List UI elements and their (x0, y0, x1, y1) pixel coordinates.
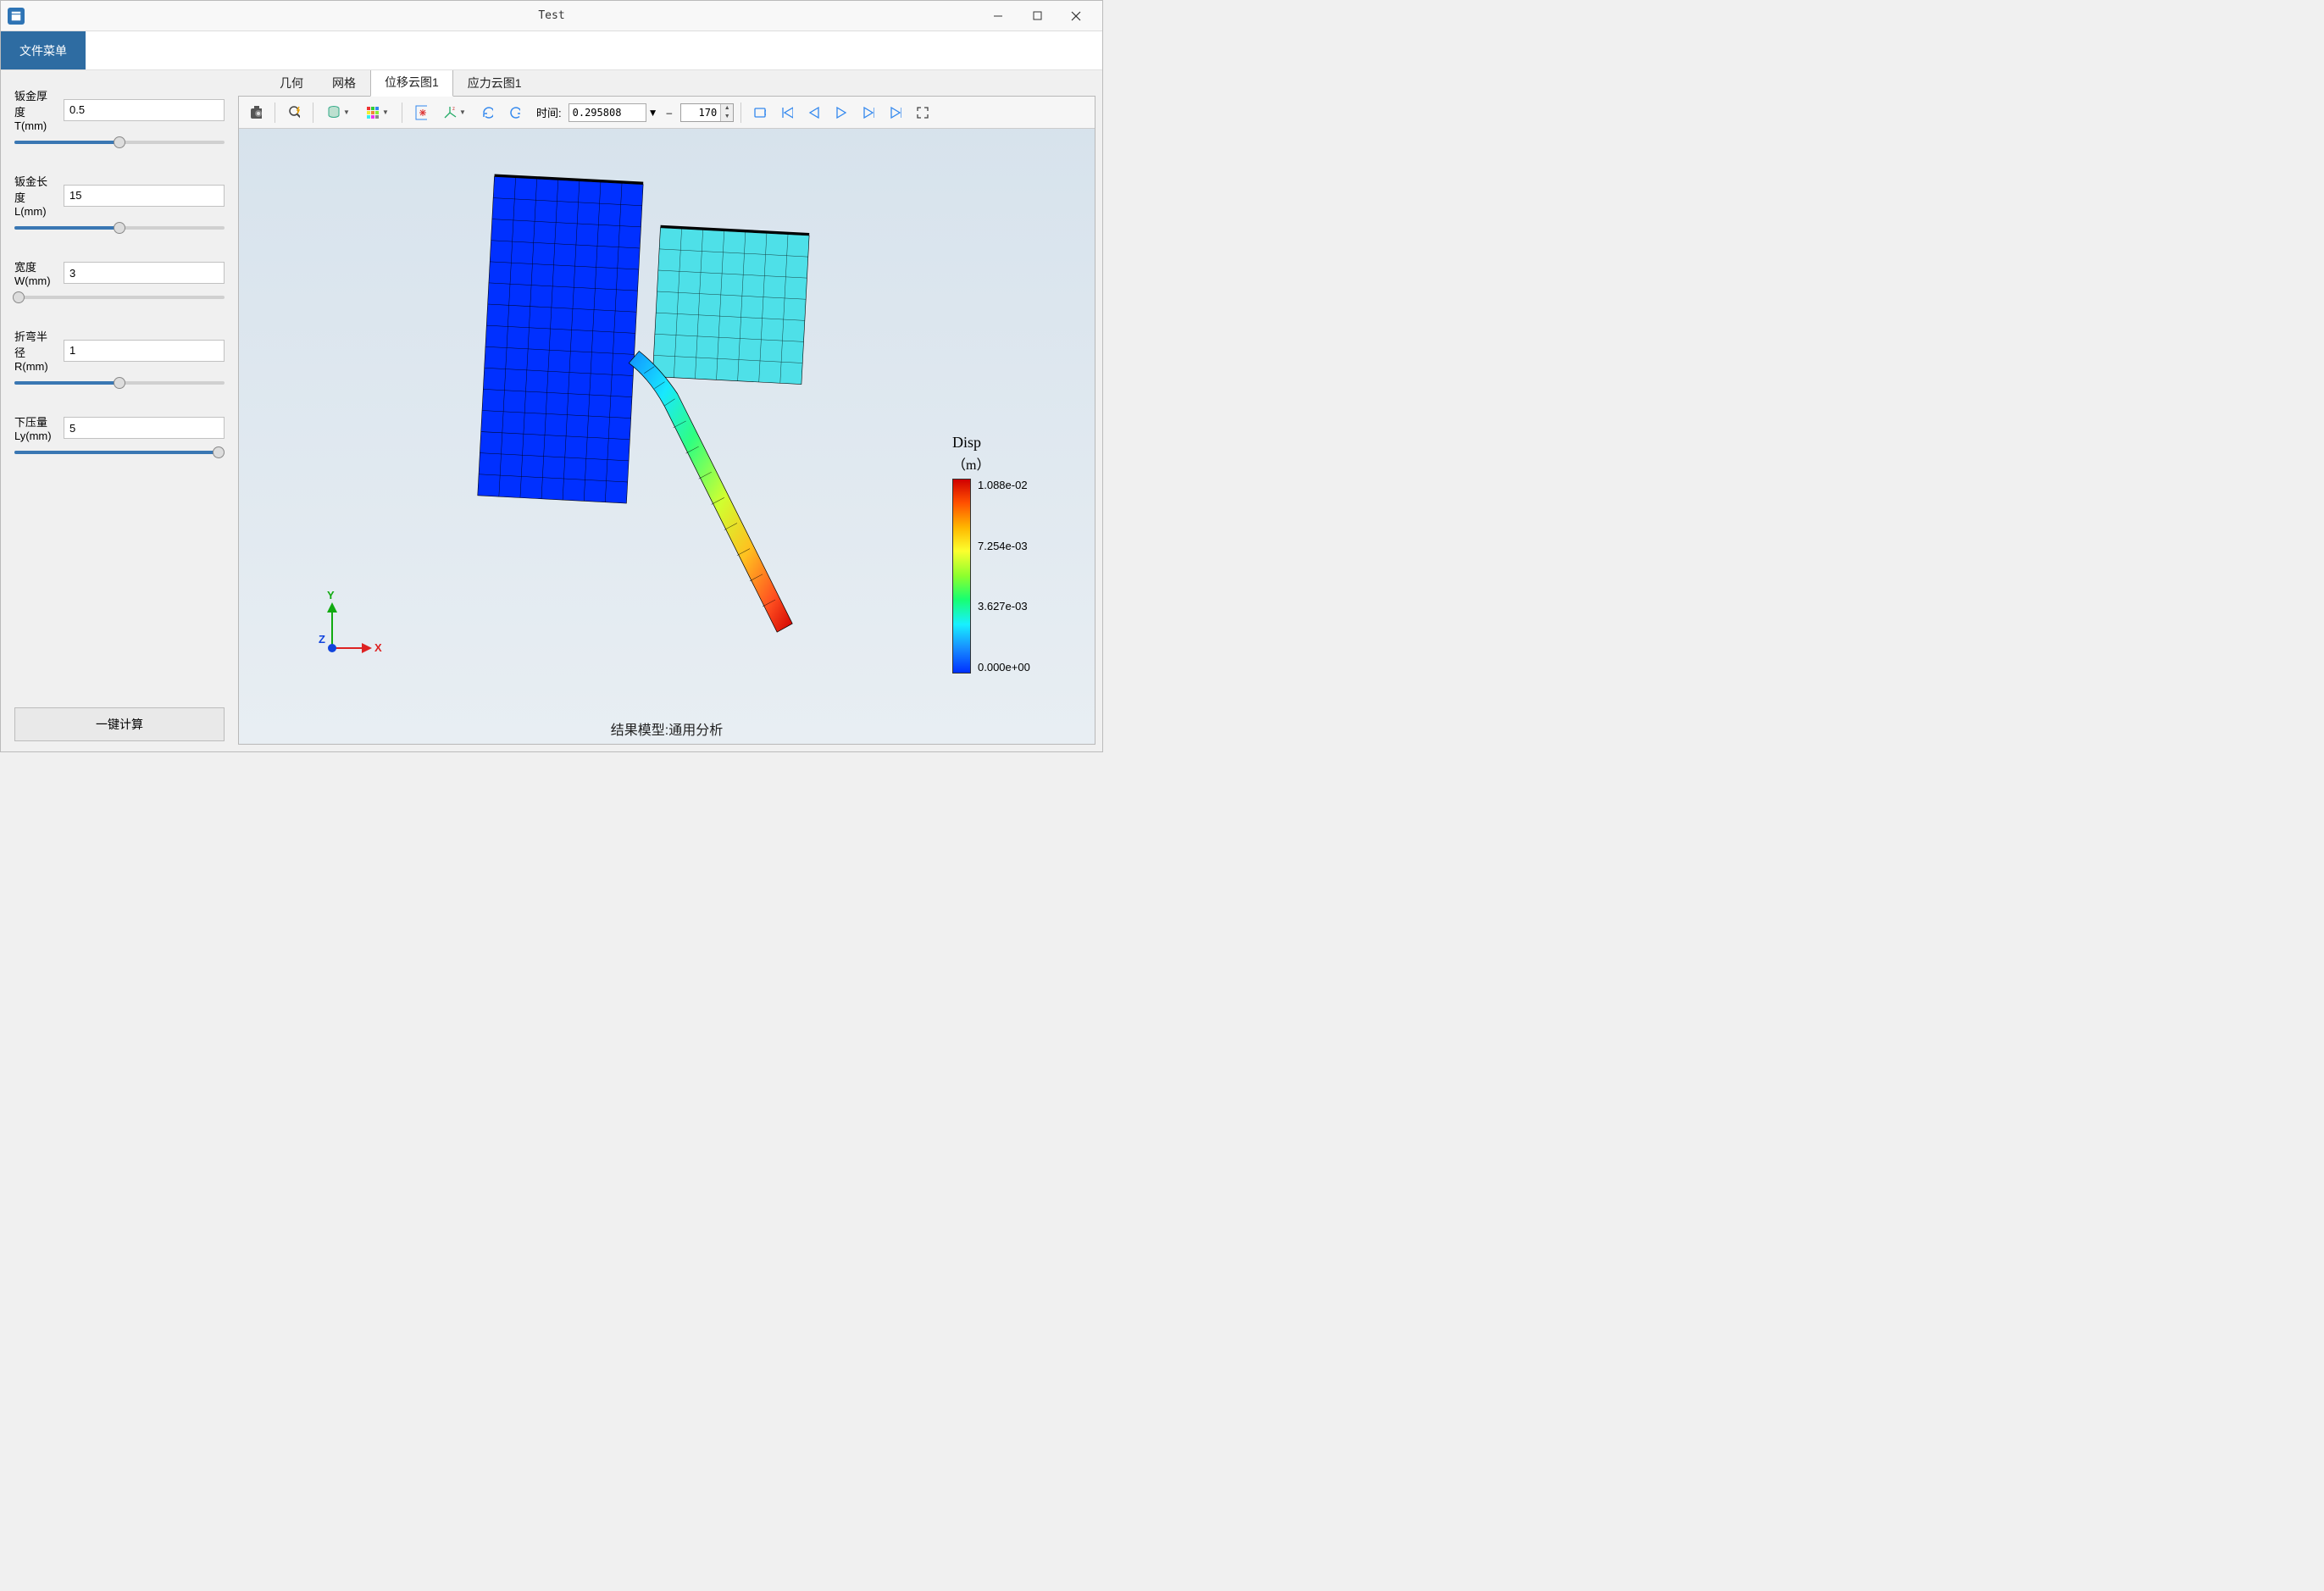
calculate-button[interactable]: 一键计算 (14, 707, 225, 741)
snapshot-button[interactable] (244, 101, 268, 125)
expand-icon (917, 107, 929, 119)
camera-icon (250, 106, 262, 119)
param-label: 钣金厚度T(mm) (14, 87, 57, 132)
legend-tick: 7.254e-03 (978, 540, 1030, 552)
app-window: Test 文件菜单 钣金厚度T(mm) (0, 0, 1103, 752)
param-group: 钣金长度L(mm) (14, 173, 225, 258)
chevron-down-icon: ▼ (459, 108, 466, 116)
next-frame-button[interactable] (857, 101, 880, 125)
main-panel: 几何 网格 位移云图1 应力云图1 (238, 70, 1102, 751)
axis-icon: z (442, 105, 458, 120)
cylinder-icon (326, 105, 341, 120)
fit-view-button[interactable] (409, 101, 433, 125)
frame-input[interactable] (681, 106, 720, 119)
time-input[interactable] (569, 103, 646, 122)
menubar: 文件菜单 (1, 31, 1102, 70)
step-fwd-icon (862, 107, 874, 119)
param-group: 钣金厚度T(mm) (14, 87, 225, 173)
play-icon (835, 107, 847, 119)
color-mode-button[interactable]: ▼ (359, 101, 395, 125)
tab-stress-contour[interactable]: 应力云图1 (453, 70, 536, 97)
param-label: 折弯半径R(mm) (14, 328, 57, 373)
param-group: 折弯半径R(mm) (14, 328, 225, 413)
canvas-area: ▼ ▼ z (238, 96, 1095, 745)
titlebar: Test (1, 1, 1102, 31)
viewport-toolbar: ▼ ▼ z (239, 97, 1095, 129)
viewport-footer-text: 结果模型:通用分析 (611, 718, 723, 739)
rotate-ccw-button[interactable] (502, 101, 526, 125)
prev-frame-button[interactable] (802, 101, 826, 125)
color-legend: Disp （m） 1.088e-02 7.254e-03 3.627e-03 0… (952, 434, 1071, 674)
chevron-down-icon: ▼ (343, 108, 350, 116)
body: 钣金厚度T(mm) 钣金长度L(mm) 宽度W(mm) (1, 70, 1102, 751)
axis-x-label: X (374, 641, 382, 654)
tab-bar: 几何 网格 位移云图1 应力云图1 (238, 70, 1095, 96)
param-input-length[interactable] (64, 185, 225, 207)
rotate-cw-icon (481, 105, 493, 120)
maximize-button[interactable] (1018, 3, 1057, 29)
close-button[interactable] (1057, 3, 1095, 29)
param-input-width[interactable] (64, 262, 225, 284)
legend-tick: 1.088e-02 (978, 479, 1030, 491)
param-input-radius[interactable] (64, 340, 225, 362)
legend-title: Disp (952, 434, 1071, 452)
param-slider-depth[interactable] (14, 451, 225, 454)
chevron-down-icon: ▼ (382, 108, 389, 116)
rotate-cw-button[interactable] (475, 101, 499, 125)
pick-button[interactable] (282, 101, 306, 125)
shade-mode-button[interactable]: ▼ (320, 101, 356, 125)
rotate-ccw-icon (508, 105, 520, 120)
window-controls (979, 3, 1095, 29)
legend-tick: 3.627e-03 (978, 600, 1030, 613)
tab-mesh[interactable]: 网格 (318, 70, 370, 97)
menu-file[interactable]: 文件菜单 (1, 31, 86, 69)
legend-subtitle: （m） (952, 453, 1071, 474)
legend-ticks: 1.088e-02 7.254e-03 3.627e-03 0.000e+00 (978, 479, 1030, 674)
sidebar: 钣金厚度T(mm) 钣金长度L(mm) 宽度W(mm) (1, 70, 238, 751)
legend-colorbar (952, 479, 971, 674)
step-back-icon (808, 107, 820, 119)
param-input-depth[interactable] (64, 417, 225, 439)
viewport-3d[interactable]: X Y Z Disp （m） 1.088e-02 7 (239, 129, 1095, 744)
param-label: 宽度W(mm) (14, 258, 57, 287)
tab-disp-contour[interactable]: 位移云图1 (370, 70, 453, 97)
magnify-bolt-icon (288, 105, 300, 120)
window-title: Test (538, 9, 564, 22)
expand-button[interactable] (911, 101, 935, 125)
param-input-thickness[interactable] (64, 99, 225, 121)
camcorder-icon (754, 107, 766, 119)
app-icon (8, 8, 25, 25)
skip-first-icon (781, 107, 793, 119)
time-label: 时间: (536, 104, 562, 120)
tab-geometry[interactable]: 几何 (265, 70, 318, 97)
param-slider-radius[interactable] (14, 381, 225, 385)
legend-tick: 0.000e+00 (978, 661, 1030, 674)
fit-icon (415, 105, 427, 120)
axis-triad: X Y Z (315, 589, 391, 668)
record-button[interactable] (748, 101, 772, 125)
first-frame-button[interactable] (775, 101, 799, 125)
axis-y-label: Y (327, 589, 335, 601)
frame-up-button[interactable]: ▲ (721, 104, 733, 113)
param-slider-width[interactable] (14, 296, 225, 299)
rubik-icon (365, 105, 380, 120)
param-label: 钣金长度L(mm) (14, 173, 57, 218)
axis-z-label: Z (319, 633, 325, 646)
param-group: 宽度W(mm) (14, 258, 225, 328)
svg-text:z: z (452, 107, 455, 112)
dash-separator: – (667, 107, 673, 119)
skip-last-icon (890, 107, 901, 119)
toolbar-separator (740, 103, 741, 123)
param-group: 下压量Ly(mm) (14, 413, 225, 483)
param-label: 下压量Ly(mm) (14, 413, 57, 442)
last-frame-button[interactable] (884, 101, 907, 125)
param-slider-thickness[interactable] (14, 141, 225, 144)
frame-spinner[interactable]: ▲ ▼ (680, 103, 734, 122)
minimize-button[interactable] (979, 3, 1018, 29)
frame-down-button[interactable]: ▼ (721, 113, 733, 121)
param-slider-length[interactable] (14, 226, 225, 230)
axis-view-button[interactable]: z ▼ (436, 101, 472, 125)
chevron-down-icon[interactable]: ▼ (648, 107, 658, 119)
play-button[interactable] (829, 101, 853, 125)
